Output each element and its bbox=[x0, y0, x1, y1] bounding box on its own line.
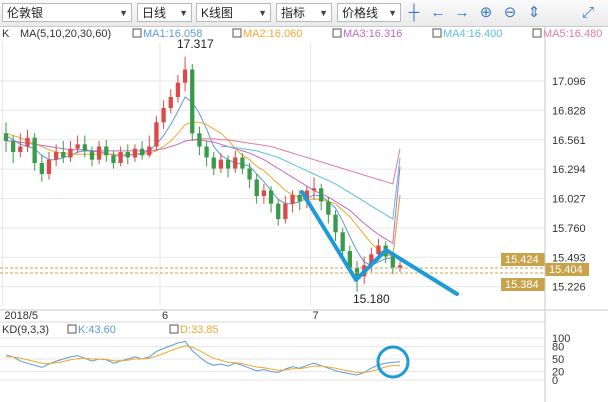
candle-body bbox=[139, 148, 145, 156]
candle-body bbox=[290, 194, 295, 204]
candle-body bbox=[319, 188, 324, 202]
price-tag-2: 15.404 bbox=[549, 264, 583, 276]
candle-body bbox=[3, 133, 9, 141]
candle-body bbox=[397, 265, 403, 268]
price-tick-label: 15.493 bbox=[552, 252, 586, 264]
candle-body bbox=[104, 146, 109, 156]
candle-body bbox=[254, 179, 259, 196]
kd-tick-label: 80 bbox=[552, 341, 564, 353]
price-tag-3: 15.384 bbox=[505, 279, 539, 291]
legend-ma3: MA3:16.316 bbox=[343, 28, 402, 40]
checkbox-icon[interactable] bbox=[432, 28, 442, 38]
legend-ma4: MA4:16.400 bbox=[443, 28, 502, 40]
checkbox-icon[interactable] bbox=[332, 28, 342, 38]
candle-body bbox=[276, 203, 281, 220]
candle-body bbox=[132, 148, 138, 158]
ma-legend: K MA(5,10,20,30,60) MA1:16.058 MA2:16.06… bbox=[2, 28, 602, 40]
kd-grid bbox=[0, 337, 545, 381]
legend-ma2: MA2:16.060 bbox=[243, 28, 302, 40]
candle-body bbox=[53, 152, 59, 160]
date-tick-label: 7 bbox=[312, 310, 318, 322]
candle-body bbox=[25, 137, 30, 147]
price-tick-label: 16.828 bbox=[552, 105, 586, 117]
candle-body bbox=[32, 137, 37, 163]
kd-params: KD(9,3,3) bbox=[2, 324, 49, 336]
candle-body bbox=[147, 146, 152, 156]
checkbox-icon[interactable] bbox=[532, 28, 542, 38]
price-tag-1: 15.424 bbox=[505, 254, 539, 266]
candle-body bbox=[283, 203, 288, 220]
price-tick-label: 17.096 bbox=[552, 76, 586, 88]
candle-body bbox=[89, 150, 95, 160]
price-tick-label: 15.760 bbox=[552, 223, 586, 235]
candle-body bbox=[190, 69, 195, 134]
candle-body bbox=[118, 152, 123, 163]
candle-body bbox=[326, 201, 331, 215]
candle-body bbox=[247, 168, 252, 180]
candle-body bbox=[197, 133, 202, 147]
candle-body bbox=[168, 97, 173, 108]
candle-body bbox=[125, 152, 130, 158]
price-tick-label: 15.226 bbox=[552, 282, 586, 294]
candle-body bbox=[218, 159, 224, 169]
date-tick-label: 2018/5 bbox=[4, 310, 38, 322]
candle-body bbox=[390, 256, 395, 268]
grid bbox=[0, 42, 545, 306]
candle-body bbox=[268, 190, 274, 204]
price-tags: 15.424 15.404 15.384 bbox=[0, 253, 589, 291]
candle-body bbox=[376, 245, 381, 255]
candle-body bbox=[75, 144, 80, 149]
candle-body bbox=[18, 146, 23, 152]
legend-params: MA(5,10,20,30,60) bbox=[20, 28, 111, 40]
low-annotation: 15.180 bbox=[353, 292, 390, 306]
candle-body bbox=[240, 157, 245, 169]
checkbox-icon[interactable] bbox=[132, 28, 142, 38]
candle-body bbox=[46, 159, 52, 174]
price-tick-label: 16.561 bbox=[552, 135, 586, 147]
date-axis: 2018/5 6 7 bbox=[4, 310, 318, 322]
candle-body bbox=[161, 108, 166, 123]
price-tick-label: 16.294 bbox=[552, 164, 586, 176]
candle-body bbox=[211, 157, 216, 169]
candle-body bbox=[154, 122, 159, 147]
checkbox-icon[interactable] bbox=[67, 324, 77, 334]
kline-chart[interactable]: K MA(5,10,20,30,60) MA1:16.058 MA2:16.06… bbox=[0, 0, 608, 402]
kd-tick-label: 50 bbox=[552, 354, 564, 366]
candle-body bbox=[39, 163, 44, 174]
drawn-trend-line[interactable] bbox=[300, 190, 459, 296]
high-annotation: 17.317 bbox=[177, 37, 214, 51]
checkbox-icon[interactable] bbox=[232, 28, 242, 38]
candle-body bbox=[311, 188, 317, 191]
candle-body bbox=[297, 194, 302, 202]
kd-legend: KD(9,3,3) K:43.60 D:33.85 bbox=[2, 324, 219, 336]
candle-body bbox=[11, 141, 16, 152]
candle-body bbox=[261, 190, 267, 196]
legend-d: D:33.85 bbox=[180, 324, 219, 336]
candle-body bbox=[182, 69, 188, 83]
legend-prefix: K bbox=[2, 28, 10, 40]
candle-body bbox=[340, 232, 345, 251]
candle-body bbox=[204, 146, 209, 158]
candle-body bbox=[96, 146, 102, 160]
date-tick-label: 6 bbox=[162, 310, 168, 322]
legend-k: K:43.60 bbox=[78, 324, 116, 336]
candle-body bbox=[82, 144, 87, 151]
candle-body bbox=[225, 159, 231, 169]
candle-body bbox=[111, 155, 116, 163]
candle-body bbox=[175, 82, 181, 97]
kd-axis: 1008050200 bbox=[552, 333, 570, 387]
candle-body bbox=[233, 157, 238, 169]
candle-body bbox=[333, 214, 338, 233]
legend-ma5: MA5:16.480 bbox=[543, 28, 602, 40]
kd-tick-label: 0 bbox=[552, 375, 558, 387]
price-axis: 17.096 16.828 16.561 16.294 16.027 15.760 15.4… bbox=[552, 76, 586, 294]
price-tick-label: 16.027 bbox=[552, 194, 586, 206]
candle-body bbox=[61, 152, 66, 158]
candle-body bbox=[68, 148, 73, 158]
checkbox-icon[interactable] bbox=[169, 324, 179, 334]
